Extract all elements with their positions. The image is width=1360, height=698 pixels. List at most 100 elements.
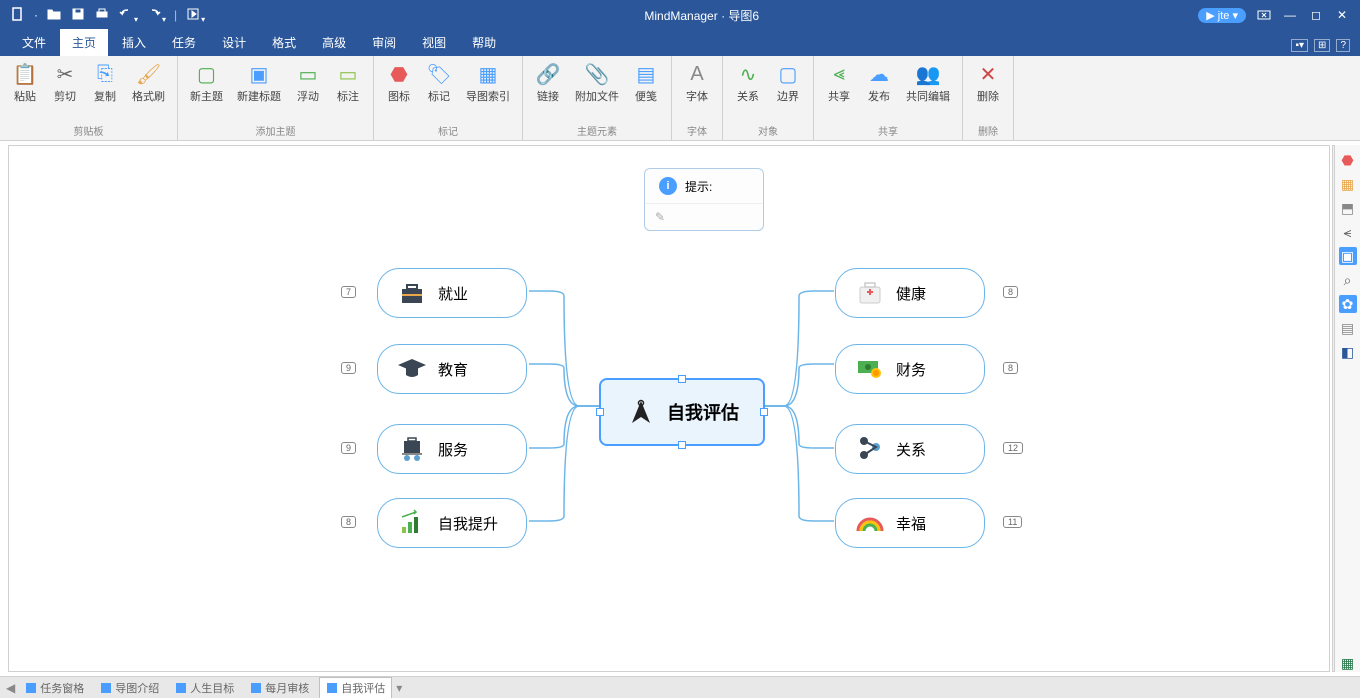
undo-icon[interactable]: ▾ <box>118 6 138 25</box>
menu-tab-6[interactable]: 高级 <box>310 29 358 56</box>
mindmap-node[interactable]: 教育 <box>377 344 527 394</box>
ribbon-group: 📋粘贴✂剪切⎘复制🖌格式刷剪贴板 <box>0 56 178 140</box>
collapse-ribbon-icon[interactable]: ▪▾ <box>1291 39 1308 52</box>
mindmap-node[interactable]: 财务 <box>835 344 985 394</box>
expand-count-button[interactable]: 9 <box>341 442 356 454</box>
node-label: 就业 <box>438 283 468 304</box>
nodes-icon <box>854 433 886 465</box>
save-icon[interactable] <box>70 6 86 25</box>
menu-tab-5[interactable]: 格式 <box>260 29 308 56</box>
close-icon[interactable]: ✕ <box>1334 7 1350 23</box>
ribbon-paste-button[interactable]: 📋粘贴 <box>6 60 44 121</box>
mindmap-node[interactable]: 健康 <box>835 268 985 318</box>
ribbon-copy-button[interactable]: ⎘复制 <box>86 60 124 121</box>
bottom-tabs: ◀ 任务窗格导图介绍人生目标每月审核自我评估 ▾ <box>0 676 1360 698</box>
sb-image-icon[interactable]: ▣ <box>1339 247 1357 265</box>
mindmap-node[interactable]: 自我提升 <box>377 498 527 548</box>
ribbon-toggle-icon[interactable] <box>1256 7 1272 23</box>
resize-handle[interactable] <box>678 441 686 449</box>
resize-handle[interactable] <box>596 408 604 416</box>
minimize-icon[interactable]: — <box>1282 7 1298 23</box>
maximize-icon[interactable]: ◻ <box>1308 7 1324 23</box>
expand-count-button[interactable]: 9 <box>341 362 356 374</box>
delete-icon: ✕ <box>976 62 1000 86</box>
bottom-tab[interactable]: 每月审核 <box>244 677 315 698</box>
menu-tab-0[interactable]: 文件 <box>10 29 58 56</box>
ribbon-button-label: 标记 <box>428 88 450 104</box>
menu-tab-2[interactable]: 插入 <box>110 29 158 56</box>
menu-tab-9[interactable]: 帮助 <box>460 29 508 56</box>
qat-sep2-icon: | <box>174 8 177 22</box>
menu-tab-8[interactable]: 视图 <box>410 29 458 56</box>
menu-tab-1[interactable]: 主页 <box>60 29 108 56</box>
ribbon-relation-button[interactable]: ∿关系 <box>729 60 767 121</box>
ribbon-new-topic-button[interactable]: ▢新主题 <box>184 60 229 121</box>
info-icon: i <box>659 177 677 195</box>
expand-count-button[interactable]: 8 <box>1003 286 1018 298</box>
sb-calendar-icon[interactable]: ▦ <box>1339 175 1357 193</box>
bottom-tab[interactable]: 任务窗格 <box>19 677 90 698</box>
ribbon-delete-button[interactable]: ✕删除 <box>969 60 1007 121</box>
expand-count-button[interactable]: 12 <box>1003 442 1023 454</box>
bottom-tab[interactable]: 人生目标 <box>169 677 240 698</box>
sb-bottle-icon[interactable]: ⬒ <box>1339 199 1357 217</box>
window-controls: ▶ jte ▾ — ◻ ✕ <box>1188 7 1360 23</box>
ribbon-share-button[interactable]: ⪡共享 <box>820 60 858 121</box>
ribbon-note-button[interactable]: ▤便笺 <box>627 60 665 121</box>
ribbon-button-label: 共享 <box>828 88 850 104</box>
title-bar: · ▾ ▾ | ▾ MindManager · 导图6 ▶ jte ▾ — ◻ … <box>0 0 1360 30</box>
resize-handle[interactable] <box>678 375 686 383</box>
menu-tab-7[interactable]: 审阅 <box>360 29 408 56</box>
ribbon-cut-button[interactable]: ✂剪切 <box>46 60 84 121</box>
tab-nav-right-icon[interactable]: ▾ <box>396 681 402 695</box>
grad-cap-icon <box>396 353 428 385</box>
mindmap-node[interactable]: 幸福 <box>835 498 985 548</box>
plugin-icon[interactable]: ▾ <box>185 6 205 25</box>
sb-tag-icon[interactable]: ⬣ <box>1339 151 1357 169</box>
ribbon-boundary-button[interactable]: ▢边界 <box>769 60 807 121</box>
center-node[interactable]: 自我评估 <box>599 378 765 446</box>
sb-share-icon[interactable]: ⪪ <box>1339 223 1357 241</box>
expand-count-button[interactable]: 8 <box>1003 362 1018 374</box>
ribbon-font-button[interactable]: A字体 <box>678 60 716 121</box>
ribbon-publish-button[interactable]: ☁发布 <box>860 60 898 121</box>
expand-count-button[interactable]: 7 <box>341 286 356 298</box>
ribbon-new-title-button[interactable]: ▣新建标题 <box>231 60 287 121</box>
ribbon-tag-button[interactable]: 🏷标记 <box>420 60 458 121</box>
open-icon[interactable] <box>46 6 62 25</box>
sb-doc-icon[interactable]: ▤ <box>1339 319 1357 337</box>
mindmap-node[interactable]: 服务 <box>377 424 527 474</box>
sb-excel-icon[interactable]: ▦ <box>1339 654 1357 672</box>
ribbon-tag-icon-button[interactable]: ⬣图标 <box>380 60 418 121</box>
resize-handle[interactable] <box>760 408 768 416</box>
sb-search-icon[interactable]: ⌕ <box>1339 271 1357 289</box>
menu-tab-3[interactable]: 任务 <box>160 29 208 56</box>
print-icon[interactable] <box>94 6 110 25</box>
new-file-icon[interactable] <box>10 6 26 25</box>
help-icon[interactable]: ? <box>1336 39 1350 52</box>
expand-count-button[interactable]: 8 <box>341 516 356 528</box>
ribbon-link-button[interactable]: 🔗链接 <box>529 60 567 121</box>
ribbon-map-index-button[interactable]: ▦导图索引 <box>460 60 516 121</box>
menu-tab-4[interactable]: 设计 <box>210 29 258 56</box>
ribbon-brush-button[interactable]: 🖌格式刷 <box>126 60 171 121</box>
nav-box-icon[interactable]: ⊞ <box>1314 39 1330 52</box>
mindmap-node[interactable]: 关系 <box>835 424 985 474</box>
canvas[interactable]: i 提示: ✎ 自我评估 就业 7 教育 9 服务 9 自我提升 8 健康 8 财务 8 关系 12 幸福… <box>8 145 1330 672</box>
ribbon-button-label: 发布 <box>868 88 890 104</box>
redo-icon[interactable]: ▾ <box>146 6 166 25</box>
sb-outlook-icon[interactable]: ◧ <box>1339 343 1357 361</box>
ribbon-attach-button[interactable]: 📎附加文件 <box>569 60 625 121</box>
ribbon-callout-button[interactable]: ▭标注 <box>329 60 367 121</box>
tip-callout[interactable]: i 提示: ✎ <box>644 168 764 231</box>
user-badge[interactable]: ▶ jte ▾ <box>1198 8 1246 23</box>
medkit-icon <box>854 277 886 309</box>
mindmap-node[interactable]: 就业 <box>377 268 527 318</box>
expand-count-button[interactable]: 11 <box>1003 516 1022 528</box>
ribbon-float-button[interactable]: ▭浮动 <box>289 60 327 121</box>
bottom-tab[interactable]: 导图介绍 <box>94 677 165 698</box>
ribbon-coedit-button[interactable]: 👥共同编辑 <box>900 60 956 121</box>
bottom-tab[interactable]: 自我评估 <box>319 677 392 698</box>
tab-nav-left-icon[interactable]: ◀ <box>6 681 15 695</box>
sb-gear-icon[interactable]: ✿ <box>1339 295 1357 313</box>
